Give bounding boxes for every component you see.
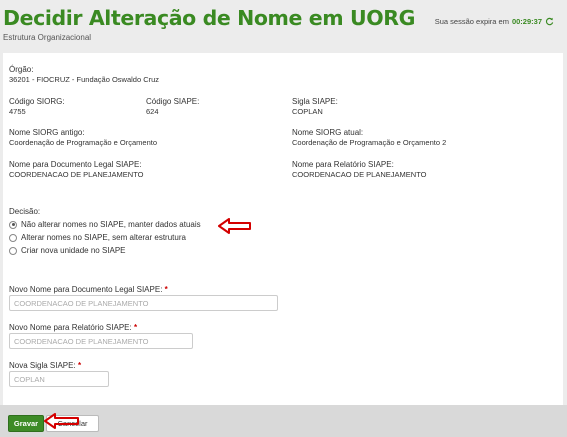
radio-option-alterar[interactable]: Alterar nomes no SIAPE, sem alterar estr… xyxy=(9,233,186,242)
orgao-label: Órgão: xyxy=(9,65,34,74)
required-mark: * xyxy=(164,285,168,294)
nome-siorg-antigo-value: Coordenação de Programação e Orçamento xyxy=(9,138,158,147)
annotation-arrow-icon xyxy=(44,413,79,429)
nome-siorg-atual-value: Coordenação de Programação e Orçamento 2 xyxy=(292,138,447,147)
session-timer: Sua sessão expira em 00:29:37 xyxy=(435,17,554,26)
novo-nome-rel-label: Novo Nome para Relatório SIAPE: * xyxy=(9,323,137,332)
save-button[interactable]: Gravar xyxy=(8,415,44,432)
novo-nome-doc-input[interactable] xyxy=(9,295,278,311)
radio-label: Alterar nomes no SIAPE, sem alterar estr… xyxy=(21,233,186,242)
page-header: Decidir Alteração de Nome em UORG Estrut… xyxy=(0,0,567,50)
nova-sigla-label: Nova Sigla SIAPE: * xyxy=(9,361,81,370)
nome-relatorio-label: Nome para Relatório SIAPE: xyxy=(292,160,394,169)
session-time: 00:29:37 xyxy=(511,17,542,26)
nova-sigla-input[interactable] xyxy=(9,371,109,387)
annotation-arrow-icon xyxy=(218,218,251,234)
novo-nome-rel-input[interactable] xyxy=(9,333,193,349)
radio-label: Não alterar nomes no SIAPE, manter dados… xyxy=(21,220,201,229)
radio-button[interactable] xyxy=(9,220,17,229)
novo-nome-doc-label: Novo Nome para Documento Legal SIAPE: * xyxy=(9,285,168,294)
form-panel: Órgão: 36201 - FIOCRUZ - Fundação Oswald… xyxy=(3,53,563,405)
radio-button[interactable] xyxy=(9,246,17,255)
session-label: Sua sessão expira em xyxy=(434,17,509,26)
required-mark: * xyxy=(133,323,138,332)
nome-siorg-atual-label: Nome SIORG atual: xyxy=(292,128,364,137)
radio-option-manter[interactable]: Não alterar nomes no SIAPE, manter dados… xyxy=(9,220,201,229)
radio-option-criar[interactable]: Criar nova unidade no SIAPE xyxy=(9,246,126,255)
codigo-siape-label: Código SIAPE: xyxy=(146,97,200,106)
nome-relatorio-value: COORDENACAO DE PLANEJAMENTO xyxy=(292,170,427,179)
novo-nome-rel-label-text: Novo Nome para Relatório SIAPE: xyxy=(9,323,132,332)
page-subtitle: Estrutura Organizacional xyxy=(3,33,92,42)
nome-siorg-antigo-label: Nome SIORG antigo: xyxy=(9,128,85,137)
sigla-siape-value: COPLAN xyxy=(292,107,323,116)
nome-doc-legal-value: COORDENACAO DE PLANEJAMENTO xyxy=(9,170,144,179)
codigo-siorg-value: 4755 xyxy=(9,107,26,116)
radio-button[interactable] xyxy=(9,233,17,242)
nova-sigla-label-text: Nova Sigla SIAPE: xyxy=(9,361,76,370)
orgao-value: 36201 - FIOCRUZ - Fundação Oswaldo Cruz xyxy=(9,75,160,84)
codigo-siape-value: 624 xyxy=(146,107,159,116)
radio-label: Criar nova unidade no SIAPE xyxy=(21,246,126,255)
page-title: Decidir Alteração de Nome em UORG xyxy=(3,6,416,30)
nome-doc-legal-label: Nome para Documento Legal SIAPE: xyxy=(9,160,142,169)
required-mark: * xyxy=(77,361,82,370)
sigla-siape-label: Sigla SIAPE: xyxy=(292,97,338,106)
novo-nome-doc-label-text: Novo Nome para Documento Legal SIAPE: xyxy=(9,285,163,294)
refresh-icon[interactable] xyxy=(545,17,554,26)
codigo-siorg-label: Código SIORG: xyxy=(9,97,65,106)
decision-label: Decisão: xyxy=(9,207,41,216)
